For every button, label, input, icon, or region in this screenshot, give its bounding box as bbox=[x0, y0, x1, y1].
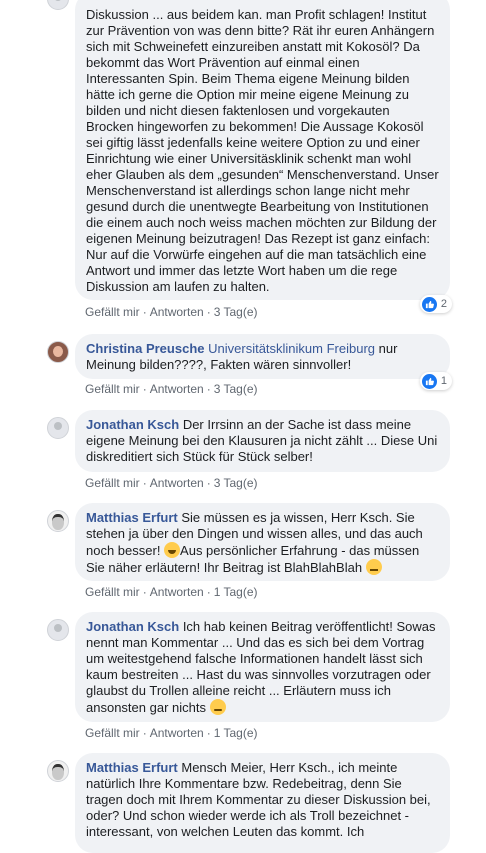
like-reaction-icon bbox=[421, 373, 437, 389]
comment-bubble: Diskussion ... aus beidem kan. man Profi… bbox=[75, 0, 450, 300]
reply-link[interactable]: Antworten bbox=[150, 305, 204, 319]
avatar[interactable] bbox=[47, 510, 69, 532]
timestamp[interactable]: 3 Tag(e) bbox=[214, 305, 258, 319]
reply-link[interactable]: Antworten bbox=[150, 476, 204, 490]
comment-bubble: Jonathan Ksch Der Irrsinn an der Sache i… bbox=[75, 410, 450, 472]
reaction-number: 2 bbox=[440, 298, 447, 310]
reaction-number: 1 bbox=[440, 375, 447, 387]
comment-actions: Gefällt mir · Antworten · 3 Tag(e) bbox=[85, 476, 258, 490]
comment-author[interactable]: Christina Preusche bbox=[86, 341, 205, 356]
comment-item: Diskussion ... aus beidem kan. man Profi… bbox=[47, 0, 452, 330]
like-link[interactable]: Gefällt mir bbox=[85, 585, 140, 599]
reply-link[interactable]: Antworten bbox=[150, 726, 204, 740]
comment-text: Diskussion ... aus beidem kan. man Profi… bbox=[86, 7, 439, 294]
comment-author[interactable]: Jonathan Ksch bbox=[86, 417, 179, 432]
reaction-count[interactable]: 2 bbox=[419, 295, 452, 313]
timestamp[interactable]: 3 Tag(e) bbox=[214, 382, 258, 396]
comment-item: Jonathan Ksch Ich hab keinen Beitrag ver… bbox=[47, 612, 450, 742]
like-link[interactable]: Gefällt mir bbox=[85, 476, 140, 490]
comment-author[interactable]: Jonathan Ksch bbox=[86, 619, 179, 634]
comment-item: Jonathan Ksch Der Irrsinn an der Sache i… bbox=[47, 410, 450, 495]
timestamp[interactable]: 3 Tag(e) bbox=[214, 476, 258, 490]
comment-actions: Gefällt mir · Antworten · 1 Tag(e) bbox=[85, 726, 258, 740]
timestamp[interactable]: 1 Tag(e) bbox=[214, 726, 258, 740]
avatar[interactable] bbox=[47, 341, 69, 363]
reaction-count[interactable]: 1 bbox=[419, 372, 452, 390]
avatar[interactable] bbox=[47, 760, 69, 782]
sleepy-face-icon bbox=[365, 559, 382, 575]
winking-face-icon bbox=[209, 699, 226, 715]
comment-bubble: Matthias Erfurt Sie müssen es ja wissen,… bbox=[75, 503, 450, 581]
reply-link[interactable]: Antworten bbox=[150, 585, 204, 599]
like-reaction-icon bbox=[421, 296, 437, 312]
like-link[interactable]: Gefällt mir bbox=[85, 305, 140, 319]
comment-author[interactable]: Matthias Erfurt bbox=[86, 760, 178, 775]
avatar[interactable] bbox=[47, 619, 69, 641]
comment-bubble: Christina Preusche Universitätsklinikum … bbox=[75, 334, 450, 379]
avatar[interactable] bbox=[47, 417, 69, 439]
comment-actions: Gefällt mir · Antworten · 3 Tag(e) bbox=[85, 382, 258, 396]
comment-item: Matthias Erfurt Sie müssen es ja wissen,… bbox=[47, 503, 450, 603]
mention-link[interactable]: Universitätsklinikum Freiburg bbox=[208, 341, 375, 356]
avatar[interactable] bbox=[47, 0, 69, 10]
comment-author[interactable]: Matthias Erfurt bbox=[86, 510, 178, 525]
like-link[interactable]: Gefällt mir bbox=[85, 726, 140, 740]
comment-item: Christina Preusche Universitätsklinikum … bbox=[47, 334, 452, 404]
timestamp[interactable]: 1 Tag(e) bbox=[214, 585, 258, 599]
grinning-squinting-face-icon bbox=[164, 542, 181, 558]
comment-actions: Gefällt mir · Antworten · 1 Tag(e) bbox=[85, 585, 258, 599]
comment-bubble: Jonathan Ksch Ich hab keinen Beitrag ver… bbox=[75, 612, 450, 722]
like-link[interactable]: Gefällt mir bbox=[85, 382, 140, 396]
comment-actions: Gefällt mir · Antworten · 3 Tag(e) bbox=[85, 305, 258, 319]
reply-link[interactable]: Antworten bbox=[150, 382, 204, 396]
comment-item: Matthias Erfurt Mensch Meier, Herr Ksch.… bbox=[47, 753, 450, 853]
comment-bubble: Matthias Erfurt Mensch Meier, Herr Ksch.… bbox=[75, 753, 450, 853]
